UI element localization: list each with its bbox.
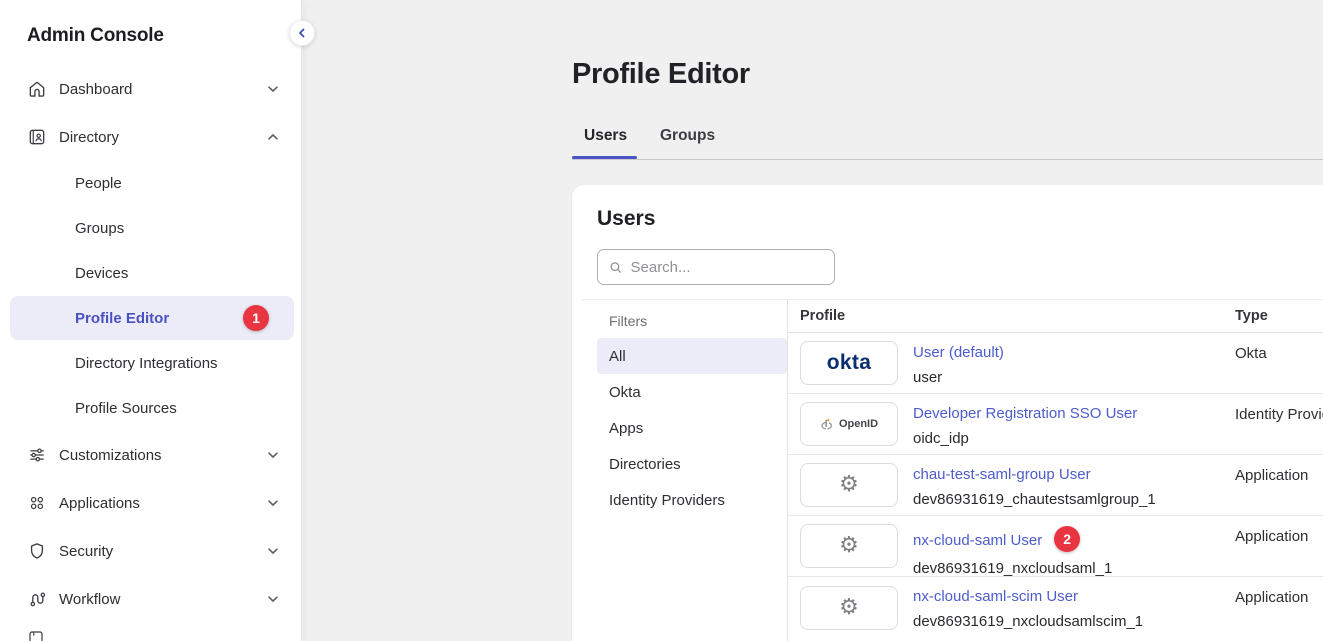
sidebar-item-applications[interactable]: Applications (10, 483, 294, 523)
table-header: Profile Type (788, 300, 1323, 333)
users-card: Users Filters All Okta Apps Directories … (572, 185, 1323, 641)
filter-option-okta[interactable]: Okta (597, 374, 787, 410)
okta-logo: okta (800, 341, 898, 385)
sidebar-item-people[interactable]: People (10, 163, 294, 203)
main-content: Profile Editor Users Groups Users Filter… (302, 0, 1323, 641)
reports-icon-partial (27, 629, 45, 641)
gear-icon: ⚙ (839, 597, 859, 619)
app-logo-placeholder: ⚙ (800, 463, 898, 507)
workflow-icon (27, 589, 47, 609)
sidebar-item-label: Profile Sources (75, 400, 177, 417)
profile-type: Application (1235, 467, 1308, 484)
annotation-badge-2: 2 (1054, 526, 1080, 552)
sidebar-item-label: Profile Editor (75, 310, 169, 327)
search-icon (609, 260, 623, 275)
app-logo-placeholder: ⚙ (800, 524, 898, 568)
sliders-icon (27, 445, 47, 465)
annotation-badge-1: 1 (243, 305, 269, 331)
tab-divider (572, 159, 1323, 160)
profiles-table: Profile Type okta User (default) user Ok… (788, 300, 1323, 641)
sidebar-item-devices[interactable]: Devices (10, 253, 294, 293)
sidebar-item-label: Groups (75, 220, 124, 237)
id-card-icon (27, 127, 47, 147)
sidebar-item-label: Dashboard (59, 81, 132, 98)
search-input[interactable] (631, 259, 825, 276)
sidebar-item-label: Applications (59, 495, 140, 512)
sidebar: Admin Console Dashboard Directory People… (0, 0, 302, 641)
gear-icon: ⚙ (839, 474, 859, 496)
table-row: ⚙ nx-cloud-saml User 2 dev86931619_nxclou… (788, 516, 1323, 577)
app-title: Admin Console (27, 25, 164, 47)
chevron-down-icon (266, 544, 280, 558)
openid-icon (820, 416, 835, 433)
sidebar-item-label: Security (59, 543, 113, 560)
profile-link-nx-cloud-saml[interactable]: nx-cloud-saml User (913, 532, 1042, 549)
profile-subtitle: user (913, 369, 1004, 386)
sidebar-item-groups[interactable]: Groups (10, 208, 294, 248)
sidebar-item-workflow[interactable]: Workflow (10, 579, 294, 619)
profile-type: Application (1235, 589, 1308, 606)
sidebar-item-dashboard[interactable]: Dashboard (10, 69, 294, 109)
sidebar-item-label: Directory (59, 129, 119, 146)
sidebar-item-directory[interactable]: Directory (10, 117, 294, 157)
page-title: Profile Editor (572, 58, 750, 91)
sidebar-collapse-button[interactable] (289, 20, 315, 46)
card-title: Users (597, 207, 655, 231)
profile-subtitle: dev86931619_chautestsamlgroup_1 (913, 491, 1156, 508)
sidebar-item-label: Directory Integrations (75, 355, 218, 372)
sidebar-item-profile-sources[interactable]: Profile Sources (10, 388, 294, 428)
filters-heading: Filters (597, 300, 787, 338)
sidebar-item-label: Customizations (59, 447, 162, 464)
profile-subtitle: dev86931619_nxcloudsaml_1 (913, 560, 1112, 577)
sidebar-item-profile-editor[interactable]: Profile Editor 1 (10, 296, 294, 340)
filter-option-directories[interactable]: Directories (597, 446, 787, 482)
table-row: ⚙ nx-cloud-saml-scim User dev86931619_nx… (788, 577, 1323, 638)
chevron-down-icon (266, 448, 280, 462)
app-logo-placeholder: ⚙ (800, 586, 898, 630)
gear-icon: ⚙ (839, 535, 859, 557)
column-header-profile: Profile (800, 308, 845, 324)
profile-link-developer-registration-sso[interactable]: Developer Registration SSO User (913, 405, 1137, 422)
profile-type: Application (1235, 528, 1308, 545)
chevron-down-icon (266, 82, 280, 96)
profile-type: Okta (1235, 345, 1267, 362)
tab-groups[interactable]: Groups (660, 127, 715, 145)
table-row: OpenID Developer Registration SSO User o… (788, 394, 1323, 455)
filter-option-all[interactable]: All (597, 338, 787, 374)
sidebar-item-security[interactable]: Security (10, 531, 294, 571)
table-row: okta User (default) user Okta (788, 333, 1323, 394)
chevron-down-icon (266, 592, 280, 606)
profile-subtitle: dev86931619_nxcloudsamlscim_1 (913, 613, 1143, 630)
filter-option-apps[interactable]: Apps (597, 410, 787, 446)
chevron-left-icon (296, 27, 308, 39)
table-row: ⚙ chau-test-saml-group User dev86931619_… (788, 455, 1323, 516)
chevron-up-icon (266, 130, 280, 144)
shield-icon (27, 541, 47, 561)
sidebar-item-label: Workflow (59, 591, 120, 608)
filters-panel: Filters All Okta Apps Directories Identi… (597, 300, 787, 518)
sidebar-item-label: Devices (75, 265, 128, 282)
chevron-down-icon (266, 496, 280, 510)
sidebar-item-directory-integrations[interactable]: Directory Integrations (10, 343, 294, 383)
profile-subtitle: oidc_idp (913, 430, 1137, 447)
column-header-type: Type (1235, 308, 1268, 324)
tab-users[interactable]: Users (584, 127, 627, 145)
profile-link-chau-test-saml-group[interactable]: chau-test-saml-group User (913, 466, 1091, 483)
openid-logo: OpenID (800, 402, 898, 446)
profile-link-nx-cloud-saml-scim[interactable]: nx-cloud-saml-scim User (913, 588, 1078, 605)
filter-option-identity-providers[interactable]: Identity Providers (597, 482, 787, 518)
profile-link-user-default[interactable]: User (default) (913, 344, 1004, 361)
home-icon (27, 79, 47, 99)
search-box[interactable] (597, 249, 835, 285)
profile-type: Identity Provider (1235, 406, 1323, 423)
app-grid-icon (27, 493, 47, 513)
sidebar-item-label: People (75, 175, 122, 192)
sidebar-item-customizations[interactable]: Customizations (10, 435, 294, 475)
